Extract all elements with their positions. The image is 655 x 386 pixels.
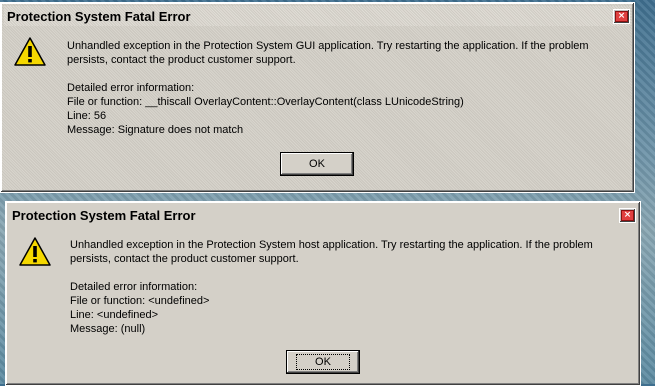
details-file: File or function: __thiscall OverlayCont…: [67, 96, 464, 108]
ok-button-label: OK: [309, 158, 325, 170]
fatal-error-dialog-gui: Protection System Fatal Error × Unhandle…: [0, 2, 635, 193]
details-file: File or function: <undefined>: [70, 295, 210, 307]
close-button[interactable]: ×: [619, 207, 636, 223]
close-icon: ×: [615, 10, 628, 22]
dialog-titlebar[interactable]: Protection System Fatal Error ×: [4, 6, 631, 26]
error-summary: Unhandled exception in the Protection Sy…: [70, 239, 593, 265]
details-message: Message: Signature does not match: [67, 124, 244, 136]
ok-button-label: OK: [296, 354, 350, 370]
details-line: Line: <undefined>: [70, 309, 159, 321]
ok-button[interactable]: OK: [286, 350, 360, 374]
details-heading: Detailed error information:: [70, 281, 198, 293]
details-line: Line: 56: [67, 110, 107, 122]
error-message: Unhandled exception in the Protection Sy…: [67, 39, 629, 137]
fatal-error-dialog-host: Protection System Fatal Error × Unhandle…: [5, 201, 641, 386]
dialog-title: Protection System Fatal Error: [12, 207, 196, 223]
dialog-titlebar[interactable]: Protection System Fatal Error ×: [9, 205, 637, 225]
details-heading: Detailed error information:: [67, 82, 195, 94]
details-message: Message: (null): [70, 323, 146, 335]
warning-icon: [14, 37, 46, 66]
close-icon: ×: [621, 209, 634, 221]
dialog-title: Protection System Fatal Error: [7, 8, 191, 24]
close-button[interactable]: ×: [613, 8, 630, 24]
error-summary: Unhandled exception in the Protection Sy…: [67, 40, 589, 66]
warning-icon: [19, 237, 51, 266]
ok-button[interactable]: OK: [280, 152, 354, 176]
error-message: Unhandled exception in the Protection Sy…: [70, 238, 635, 336]
